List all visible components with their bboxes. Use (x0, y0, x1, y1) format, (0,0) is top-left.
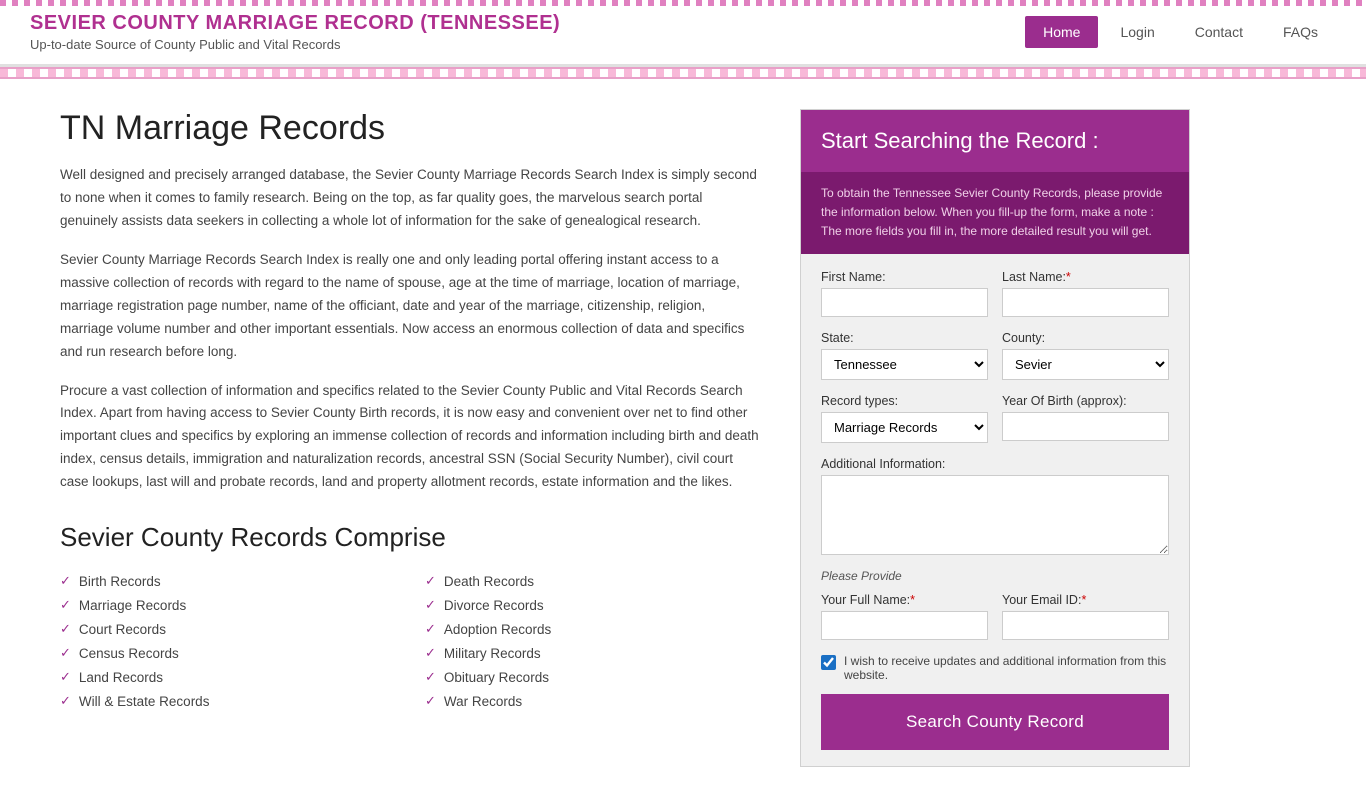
year-of-birth-group: Year Of Birth (approx): (1002, 394, 1169, 443)
search-form: First Name: Last Name:* State: Tennessee (801, 254, 1189, 766)
state-group: State: Tennessee Alabama Alaska (821, 331, 988, 380)
email-group: Your Email ID:* (1002, 593, 1169, 640)
nav-faqs[interactable]: FAQs (1265, 16, 1336, 48)
site-header: SEVIER COUNTY MARRIAGE RECORD (TENNESSEE… (0, 0, 1366, 79)
site-title: SEVIER COUNTY MARRIAGE RECORD (TENNESSEE… (30, 12, 560, 35)
last-name-group: Last Name:* (1002, 270, 1169, 317)
record-type-label: Record types: (821, 394, 988, 408)
county-group: County: Sevier Knox Blount (1002, 331, 1169, 380)
search-panel: Start Searching the Record : To obtain t… (800, 109, 1190, 767)
check-icon: ✓ (425, 621, 436, 637)
list-item: ✓ War Records (425, 689, 760, 713)
left-content: TN Marriage Records Well designed and pr… (60, 109, 760, 713)
panel-description: To obtain the Tennessee Sevier County Re… (801, 172, 1189, 254)
list-item: ✓ Military Records (425, 641, 760, 665)
records-col2: ✓ Death Records ✓ Divorce Records ✓ Adop… (425, 569, 760, 713)
state-label: State: (821, 331, 988, 345)
check-icon: ✓ (60, 621, 71, 637)
state-county-row: State: Tennessee Alabama Alaska County: … (821, 331, 1169, 380)
email-label: Your Email ID:* (1002, 593, 1169, 607)
state-select[interactable]: Tennessee Alabama Alaska (821, 349, 988, 380)
check-icon: ✓ (60, 573, 71, 589)
record-year-row: Record types: Marriage Records Birth Rec… (821, 394, 1169, 443)
nav-contact[interactable]: Contact (1177, 16, 1261, 48)
check-icon: ✓ (60, 669, 71, 685)
main-container: TN Marriage Records Well designed and pr… (0, 79, 1366, 797)
newsletter-label: I wish to receive updates and additional… (844, 654, 1169, 682)
list-item: ✓ Land Records (60, 665, 395, 689)
email-input[interactable] (1002, 611, 1169, 640)
additional-info-textarea[interactable] (821, 475, 1169, 555)
full-name-input[interactable] (821, 611, 988, 640)
list-item: ✓ Marriage Records (60, 593, 395, 617)
last-name-input[interactable] (1002, 288, 1169, 317)
intro-paragraph-1: Well designed and precisely arranged dat… (60, 164, 760, 233)
records-col1: ✓ Birth Records ✓ Marriage Records ✓ Cou… (60, 569, 395, 713)
first-name-label: First Name: (821, 270, 988, 284)
full-name-group: Your Full Name:* (821, 593, 988, 640)
list-item: ✓ Divorce Records (425, 593, 760, 617)
last-name-label: Last Name:* (1002, 270, 1169, 284)
list-item: ✓ Court Records (60, 617, 395, 641)
list-item: ✓ Will & Estate Records (60, 689, 395, 713)
contact-row: Your Full Name:* Your Email ID:* (821, 593, 1169, 640)
please-provide-label: Please Provide (821, 569, 1169, 583)
year-of-birth-input[interactable] (1002, 412, 1169, 441)
site-subtitle: Up-to-date Source of County Public and V… (30, 37, 560, 52)
check-icon: ✓ (425, 645, 436, 661)
newsletter-checkbox-row: I wish to receive updates and additional… (821, 654, 1169, 682)
county-select[interactable]: Sevier Knox Blount (1002, 349, 1169, 380)
decorative-border (0, 67, 1366, 79)
records-grid: ✓ Birth Records ✓ Marriage Records ✓ Cou… (60, 569, 760, 713)
check-icon: ✓ (60, 597, 71, 613)
newsletter-checkbox[interactable] (821, 655, 836, 670)
year-of-birth-label: Year Of Birth (approx): (1002, 394, 1169, 408)
nav-home[interactable]: Home (1025, 16, 1098, 48)
list-item: ✓ Birth Records (60, 569, 395, 593)
record-type-select[interactable]: Marriage Records Birth Records Death Rec… (821, 412, 988, 443)
nav-login[interactable]: Login (1102, 16, 1172, 48)
list-item: ✓ Census Records (60, 641, 395, 665)
list-item: ✓ Death Records (425, 569, 760, 593)
intro-paragraph-2: Sevier County Marriage Records Search In… (60, 249, 760, 364)
check-icon: ✓ (425, 693, 436, 709)
check-icon: ✓ (425, 597, 436, 613)
page-title: TN Marriage Records (60, 109, 760, 148)
additional-info-label: Additional Information: (821, 457, 1169, 471)
record-type-group: Record types: Marriage Records Birth Rec… (821, 394, 988, 443)
required-marker: * (1066, 270, 1071, 284)
site-branding: SEVIER COUNTY MARRIAGE RECORD (TENNESSEE… (30, 12, 560, 52)
intro-paragraph-3: Procure a vast collection of information… (60, 380, 760, 495)
check-icon: ✓ (60, 693, 71, 709)
first-name-input[interactable] (821, 288, 988, 317)
name-row: First Name: Last Name:* (821, 270, 1169, 317)
check-icon: ✓ (425, 573, 436, 589)
check-icon: ✓ (60, 645, 71, 661)
records-section-title: Sevier County Records Comprise (60, 522, 760, 553)
main-nav: Home Login Contact FAQs (1025, 16, 1336, 48)
first-name-group: First Name: (821, 270, 988, 317)
list-item: ✓ Obituary Records (425, 665, 760, 689)
panel-title: Start Searching the Record : (801, 110, 1189, 172)
required-marker: * (910, 593, 915, 607)
full-name-label: Your Full Name:* (821, 593, 988, 607)
check-icon: ✓ (425, 669, 436, 685)
additional-info-group: Additional Information: (821, 457, 1169, 555)
county-label: County: (1002, 331, 1169, 345)
list-item: ✓ Adoption Records (425, 617, 760, 641)
required-marker: * (1081, 593, 1086, 607)
search-county-record-button[interactable]: Search County Record (821, 694, 1169, 750)
